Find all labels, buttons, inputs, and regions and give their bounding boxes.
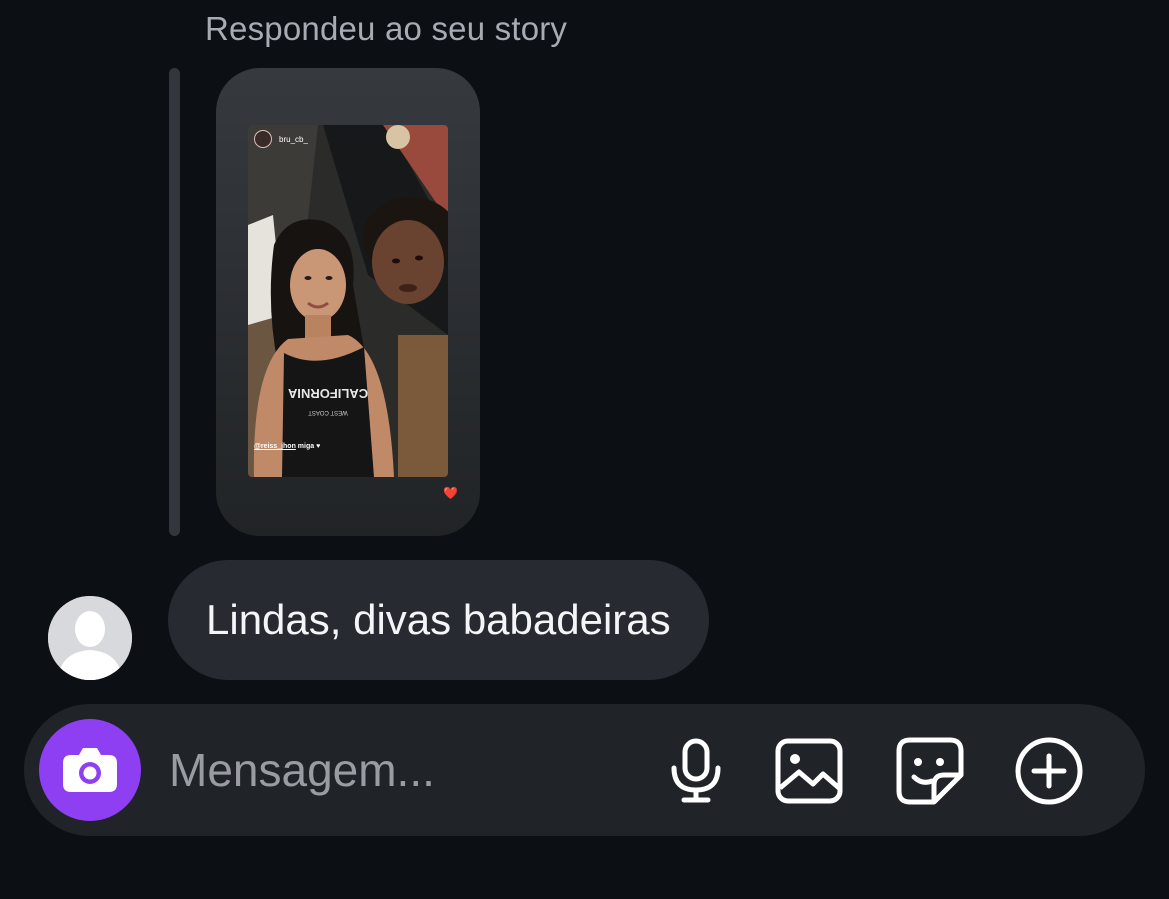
chat-screen: Respondeu ao seu story CALIFORNIA WEST C… xyxy=(0,0,1169,899)
gallery-button[interactable] xyxy=(774,736,844,806)
sender-avatar[interactable] xyxy=(48,596,132,680)
more-options-button[interactable] xyxy=(1014,736,1084,806)
camera-icon xyxy=(63,748,117,792)
story-caption: @reiss_jhon miga ♥ xyxy=(254,443,320,450)
message-row: Lindas, divas babadeiras xyxy=(48,560,788,680)
story-mention: @reiss_jhon xyxy=(254,443,296,450)
story-caption-text: miga ♥ xyxy=(295,443,321,450)
reply-quote-bar xyxy=(169,68,180,536)
plus-icon xyxy=(1015,737,1083,805)
story-reaction-heart-icon: ❤️ xyxy=(443,486,458,500)
microphone-icon xyxy=(671,738,721,803)
sticker-button[interactable] xyxy=(895,736,965,806)
shirt-print-text: CALIFORNIA xyxy=(287,386,368,401)
message-input[interactable] xyxy=(169,740,599,800)
story-image: CALIFORNIA WEST COAST bru_cb_ @reiss_jho… xyxy=(248,125,448,477)
story-user-avatar xyxy=(254,130,272,148)
default-user-icon xyxy=(48,596,132,680)
story-reply-label: Respondeu ao seu story xyxy=(205,10,568,47)
microphone-button[interactable] xyxy=(661,736,731,806)
camera-button[interactable] xyxy=(39,719,141,821)
story-preview-card[interactable]: CALIFORNIA WEST COAST bru_cb_ @reiss_jho… xyxy=(216,68,480,536)
gallery-icon xyxy=(775,738,843,804)
story-photo-illustration: CALIFORNIA WEST COAST xyxy=(248,125,448,477)
sticker-icon xyxy=(896,737,964,805)
story-username: bru_cb_ xyxy=(279,134,308,144)
story-user-header: bru_cb_ xyxy=(254,130,308,148)
shirt-print-subtext: WEST COAST xyxy=(308,409,348,415)
message-bubble[interactable]: Lindas, divas babadeiras xyxy=(168,560,709,680)
message-composer xyxy=(24,704,1145,836)
